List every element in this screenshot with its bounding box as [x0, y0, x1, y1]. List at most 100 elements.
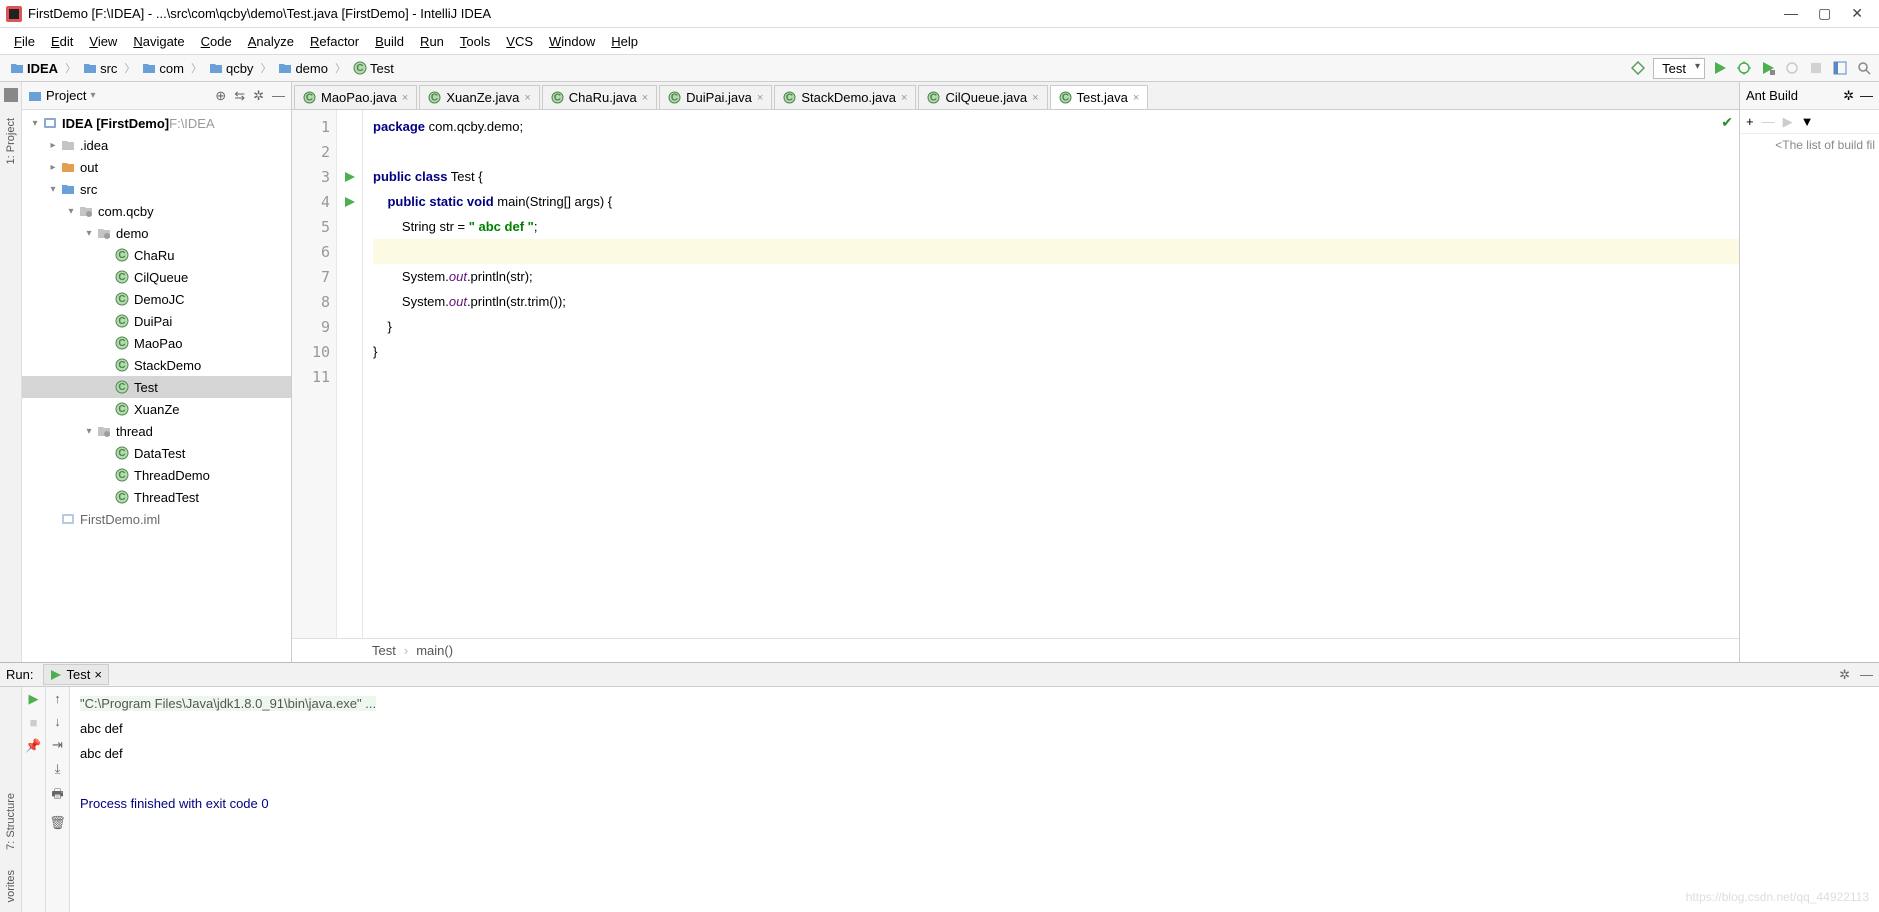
close-button[interactable]: ✕ [1851, 5, 1863, 22]
menu-help[interactable]: Help [603, 32, 646, 51]
scroll-end-icon[interactable]: ⤓ [55, 761, 61, 777]
stop-icon[interactable]: ■ [30, 715, 38, 730]
coverage-button[interactable] [1759, 59, 1777, 77]
tree-item-demo[interactable]: ▾demo [22, 222, 291, 244]
tree-item-datatest[interactable]: CDataTest [22, 442, 291, 464]
tree-item-duipai[interactable]: CDuiPai [22, 310, 291, 332]
ant-remove-icon[interactable]: — [1762, 114, 1775, 129]
tab-stackdemo-java[interactable]: CStackDemo.java× [774, 85, 916, 109]
breadcrumb-src[interactable]: src [79, 59, 121, 78]
editor-crumb[interactable]: Test [372, 643, 396, 658]
project-tool-tab[interactable]: 1: Project [3, 114, 19, 168]
profile-button[interactable] [1783, 59, 1801, 77]
code-area[interactable]: package com.qcby.demo;public class Test … [363, 110, 1739, 638]
expand-icon[interactable]: ⇆ [234, 88, 245, 104]
menu-build[interactable]: Build [367, 32, 412, 51]
tree-item-test[interactable]: CTest [22, 376, 291, 398]
ant-add-icon[interactable]: + [1746, 114, 1754, 129]
stop-button[interactable] [1807, 59, 1825, 77]
tree-item-cilqueue[interactable]: CCilQueue [22, 266, 291, 288]
menu-code[interactable]: Code [193, 32, 240, 51]
menu-navigate[interactable]: Navigate [125, 32, 192, 51]
run-button[interactable] [1711, 59, 1729, 77]
tab-close-icon[interactable]: × [901, 92, 907, 104]
debug-button[interactable] [1735, 59, 1753, 77]
inspection-ok-icon[interactable]: ✔ [1721, 114, 1733, 131]
tree-item-maopao[interactable]: CMaoPao [22, 332, 291, 354]
up-icon[interactable]: ↑ [54, 691, 61, 706]
favorites-tool-tab[interactable]: vorites [3, 866, 19, 906]
soft-wrap-icon[interactable]: ⇥ [52, 737, 63, 753]
tree-item-firstdemo-iml[interactable]: FirstDemo.iml [22, 508, 291, 530]
maximize-button[interactable]: ▢ [1818, 5, 1831, 22]
editor-crumb[interactable]: main() [416, 643, 453, 658]
ant-run-icon[interactable]: ▶ [1783, 114, 1793, 130]
hide-icon[interactable]: — [272, 88, 285, 104]
run-tab-close[interactable]: × [94, 667, 102, 682]
tab-close-icon[interactable]: × [757, 92, 763, 104]
tree-item-threaddemo[interactable]: CThreadDemo [22, 464, 291, 486]
tree-item-com-qcby[interactable]: ▾com.qcby [22, 200, 291, 222]
tab-maopao-java[interactable]: CMaoPao.java× [294, 85, 417, 109]
build-icon[interactable] [1629, 59, 1647, 77]
breadcrumb-com[interactable]: com [138, 59, 188, 78]
menu-run[interactable]: Run [412, 32, 452, 51]
locate-icon[interactable]: ⊕ [215, 88, 226, 104]
tab-xuanze-java[interactable]: CXuanZe.java× [419, 85, 539, 109]
tree-item-thread[interactable]: ▾thread [22, 420, 291, 442]
ant-hide-icon[interactable]: — [1860, 88, 1873, 104]
tree-item-charu[interactable]: CChaRu [22, 244, 291, 266]
tab-close-icon[interactable]: × [1032, 92, 1038, 104]
gutter-run-icon[interactable] [337, 164, 363, 189]
tree-item-out[interactable]: ▸out [22, 156, 291, 178]
project-tree[interactable]: ▾IDEA [FirstDemo] F:\IDEA▸.idea▸out▾src▾… [22, 110, 291, 662]
tree-item-stackdemo[interactable]: CStackDemo [22, 354, 291, 376]
search-everywhere-icon[interactable] [1855, 59, 1873, 77]
menu-window[interactable]: Window [541, 32, 603, 51]
tab-close-icon[interactable]: × [524, 92, 530, 104]
tab-cilqueue-java[interactable]: CCilQueue.java× [918, 85, 1047, 109]
menu-refactor[interactable]: Refactor [302, 32, 367, 51]
console-output[interactable]: "C:\Program Files\Java\jdk1.8.0_91\bin\j… [70, 687, 1879, 912]
breadcrumb-qcby[interactable]: qcby [205, 59, 257, 78]
breadcrumb-idea[interactable]: IDEA [6, 59, 62, 78]
gutter-run-icon[interactable] [337, 189, 363, 214]
tab-charu-java[interactable]: CChaRu.java× [542, 85, 657, 109]
minimize-button[interactable]: — [1784, 5, 1798, 22]
tree-item-src[interactable]: ▾src [22, 178, 291, 200]
tab-close-icon[interactable]: × [1133, 92, 1139, 104]
tab-close-icon[interactable]: × [642, 92, 648, 104]
breadcrumb-demo[interactable]: demo [274, 59, 332, 78]
pin-icon[interactable]: 📌 [25, 738, 41, 754]
breadcrumb-test[interactable]: CTest [349, 59, 398, 78]
tab-duipai-java[interactable]: CDuiPai.java× [659, 85, 772, 109]
print-icon[interactable]: 🖶 [51, 785, 63, 807]
rerun-icon[interactable]: ▶ [29, 691, 39, 707]
tree-item--idea[interactable]: ▸.idea [22, 134, 291, 156]
menu-vcs[interactable]: VCS [498, 32, 541, 51]
menu-file[interactable]: File [6, 32, 43, 51]
code-editor[interactable]: 1234567891011 package com.qcby.demo;publ… [292, 110, 1739, 638]
ant-filter-icon[interactable]: ▼ [1801, 114, 1814, 129]
menu-analyze[interactable]: Analyze [240, 32, 302, 51]
project-view-selector[interactable]: ▾ [90, 90, 95, 101]
tree-item-demojc[interactable]: CDemoJC [22, 288, 291, 310]
layout-icon[interactable] [1831, 59, 1849, 77]
menu-view[interactable]: View [81, 32, 125, 51]
menu-edit[interactable]: Edit [43, 32, 81, 51]
run-config-selector[interactable]: Test [1653, 58, 1705, 79]
settings-icon[interactable]: ✲ [253, 88, 264, 104]
run-tab[interactable]: Test × [43, 664, 108, 685]
tree-item-xuanze[interactable]: CXuanZe [22, 398, 291, 420]
clear-icon[interactable]: 🗑 [49, 815, 66, 831]
run-hide-icon[interactable]: — [1860, 667, 1873, 682]
tree-item-idea-firstdemo-[interactable]: ▾IDEA [FirstDemo] F:\IDEA [22, 112, 291, 134]
tree-item-threadtest[interactable]: CThreadTest [22, 486, 291, 508]
tab-test-java[interactable]: CTest.java× [1050, 85, 1149, 109]
menu-tools[interactable]: Tools [452, 32, 498, 51]
structure-tool-tab[interactable]: 7: Structure [3, 789, 19, 854]
down-icon[interactable]: ↓ [54, 714, 61, 729]
ant-settings-icon[interactable]: ✲ [1843, 88, 1854, 104]
run-settings-icon[interactable]: ✲ [1839, 667, 1850, 683]
tab-close-icon[interactable]: × [402, 92, 408, 104]
